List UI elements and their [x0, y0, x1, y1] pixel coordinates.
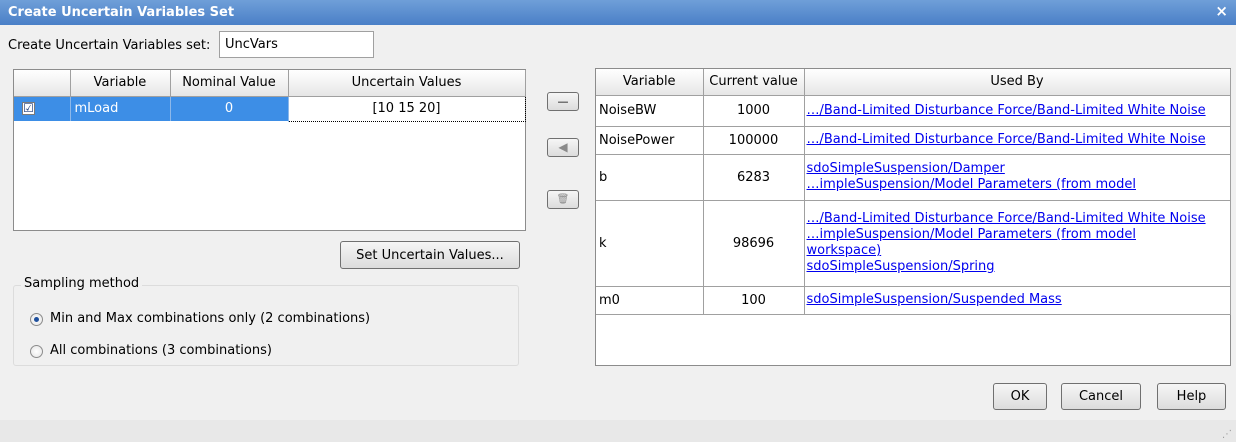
row-value: 100 — [703, 286, 805, 315]
title-bar: Create Uncertain Variables Set × — [0, 0, 1236, 25]
row-variable[interactable]: NoiseBW — [596, 95, 704, 127]
table-row[interactable]: NoiseBW 1000 …/Band-Limited Disturbance … — [596, 95, 1231, 127]
radio-selected-icon[interactable] — [30, 312, 43, 326]
delete-variable-button[interactable]: 🗑 — [547, 190, 579, 209]
help-button[interactable]: Help — [1157, 383, 1226, 410]
block-link[interactable]: …impleSuspension/Model Parameters (from … — [807, 177, 1228, 193]
table-row[interactable]: NoisePower 100000 …/Band-Limited Disturb… — [596, 126, 1231, 155]
column-header-uncertain[interactable]: Uncertain Values — [288, 70, 526, 97]
column-header-current-value[interactable]: Current value — [703, 69, 805, 96]
row-value: 100000 — [703, 126, 805, 155]
sampling-option-label: All combinations (3 combinations) — [50, 343, 272, 358]
table-row[interactable]: ☑ mLoad 0 [10 15 20] — [14, 95, 526, 122]
table-header: Variable Current value Used By — [596, 69, 1231, 96]
sampling-option-label: Min and Max combinations only (2 combina… — [50, 311, 371, 326]
window-title: Create Uncertain Variables Set — [8, 5, 235, 20]
column-header-used-by[interactable]: Used By — [804, 69, 1231, 96]
column-header-variable[interactable]: Variable — [596, 69, 704, 96]
ok-button[interactable]: OK — [993, 383, 1047, 410]
block-link[interactable]: …/Band-Limited Disturbance Force/Band-Li… — [807, 132, 1228, 148]
set-uncertain-values-button[interactable]: Set Uncertain Values... — [340, 241, 520, 269]
row-variable[interactable]: b — [596, 154, 704, 201]
dash-icon: — — [557, 95, 569, 108]
radio-unselected-icon[interactable] — [30, 344, 43, 358]
row-checkbox[interactable]: ☑ — [22, 102, 35, 116]
sampling-method-title: Sampling method — [21, 276, 143, 291]
set-name-input[interactable] — [219, 31, 374, 58]
move-left-button[interactable]: ◀ — [547, 138, 579, 157]
block-link[interactable]: sdoSimpleSuspension/Spring — [807, 259, 1228, 275]
table-row[interactable]: k 98696 …/Band-Limited Disturbance Force… — [596, 200, 1231, 287]
block-link[interactable]: …/Band-Limited Disturbance Force/Band-Li… — [807, 211, 1228, 227]
row-variable[interactable]: mLoad — [70, 96, 171, 121]
add-variable-button[interactable]: — — [547, 92, 579, 111]
model-variables-table[interactable]: Variable Current value Used By NoiseBW 1… — [595, 68, 1231, 366]
column-header-nominal[interactable]: Nominal Value — [170, 70, 289, 97]
table-row[interactable]: m0 100 sdoSimpleSuspension/Suspended Mas… — [596, 286, 1231, 315]
row-uncertain-values[interactable]: [10 15 20] — [287, 95, 526, 122]
cancel-button[interactable]: Cancel — [1061, 383, 1141, 410]
uncertain-variables-table[interactable]: Variable Nominal Value Uncertain Values … — [13, 69, 526, 231]
sampling-option-all[interactable]: All combinations (3 combinations) — [30, 343, 272, 359]
row-variable[interactable]: k — [596, 200, 704, 287]
status-bar: ⋰ — [0, 420, 1236, 442]
row-variable[interactable]: m0 — [596, 286, 704, 315]
block-link[interactable]: sdoSimpleSuspension/Damper — [807, 161, 1228, 177]
resize-grip-icon[interactable]: ⋰ — [1222, 429, 1232, 440]
block-link[interactable]: sdoSimpleSuspension/Suspended Mass — [807, 292, 1228, 308]
row-nominal[interactable]: 0 — [170, 96, 289, 121]
block-link[interactable]: workspace) — [807, 243, 1228, 259]
arrow-left-icon: ◀ — [558, 140, 568, 154]
column-header-check — [14, 70, 71, 97]
close-icon[interactable]: × — [1215, 4, 1228, 19]
table-header: Variable Nominal Value Uncertain Values — [14, 70, 526, 97]
row-value: 6283 — [703, 154, 805, 201]
row-value: 98696 — [703, 200, 805, 287]
block-link[interactable]: …/Band-Limited Disturbance Force/Band-Li… — [807, 103, 1228, 119]
table-row[interactable]: b 6283 sdoSimpleSuspension/Damper …imple… — [596, 154, 1231, 201]
set-name-label: Create Uncertain Variables set: — [8, 38, 211, 53]
column-header-variable[interactable]: Variable — [70, 70, 171, 97]
sampling-option-minmax[interactable]: Min and Max combinations only (2 combina… — [30, 311, 370, 327]
block-link[interactable]: …impleSuspension/Model Parameters (from … — [807, 227, 1228, 243]
trash-icon: 🗑 — [556, 194, 570, 205]
row-variable[interactable]: NoisePower — [596, 126, 704, 155]
row-value: 1000 — [703, 95, 805, 127]
